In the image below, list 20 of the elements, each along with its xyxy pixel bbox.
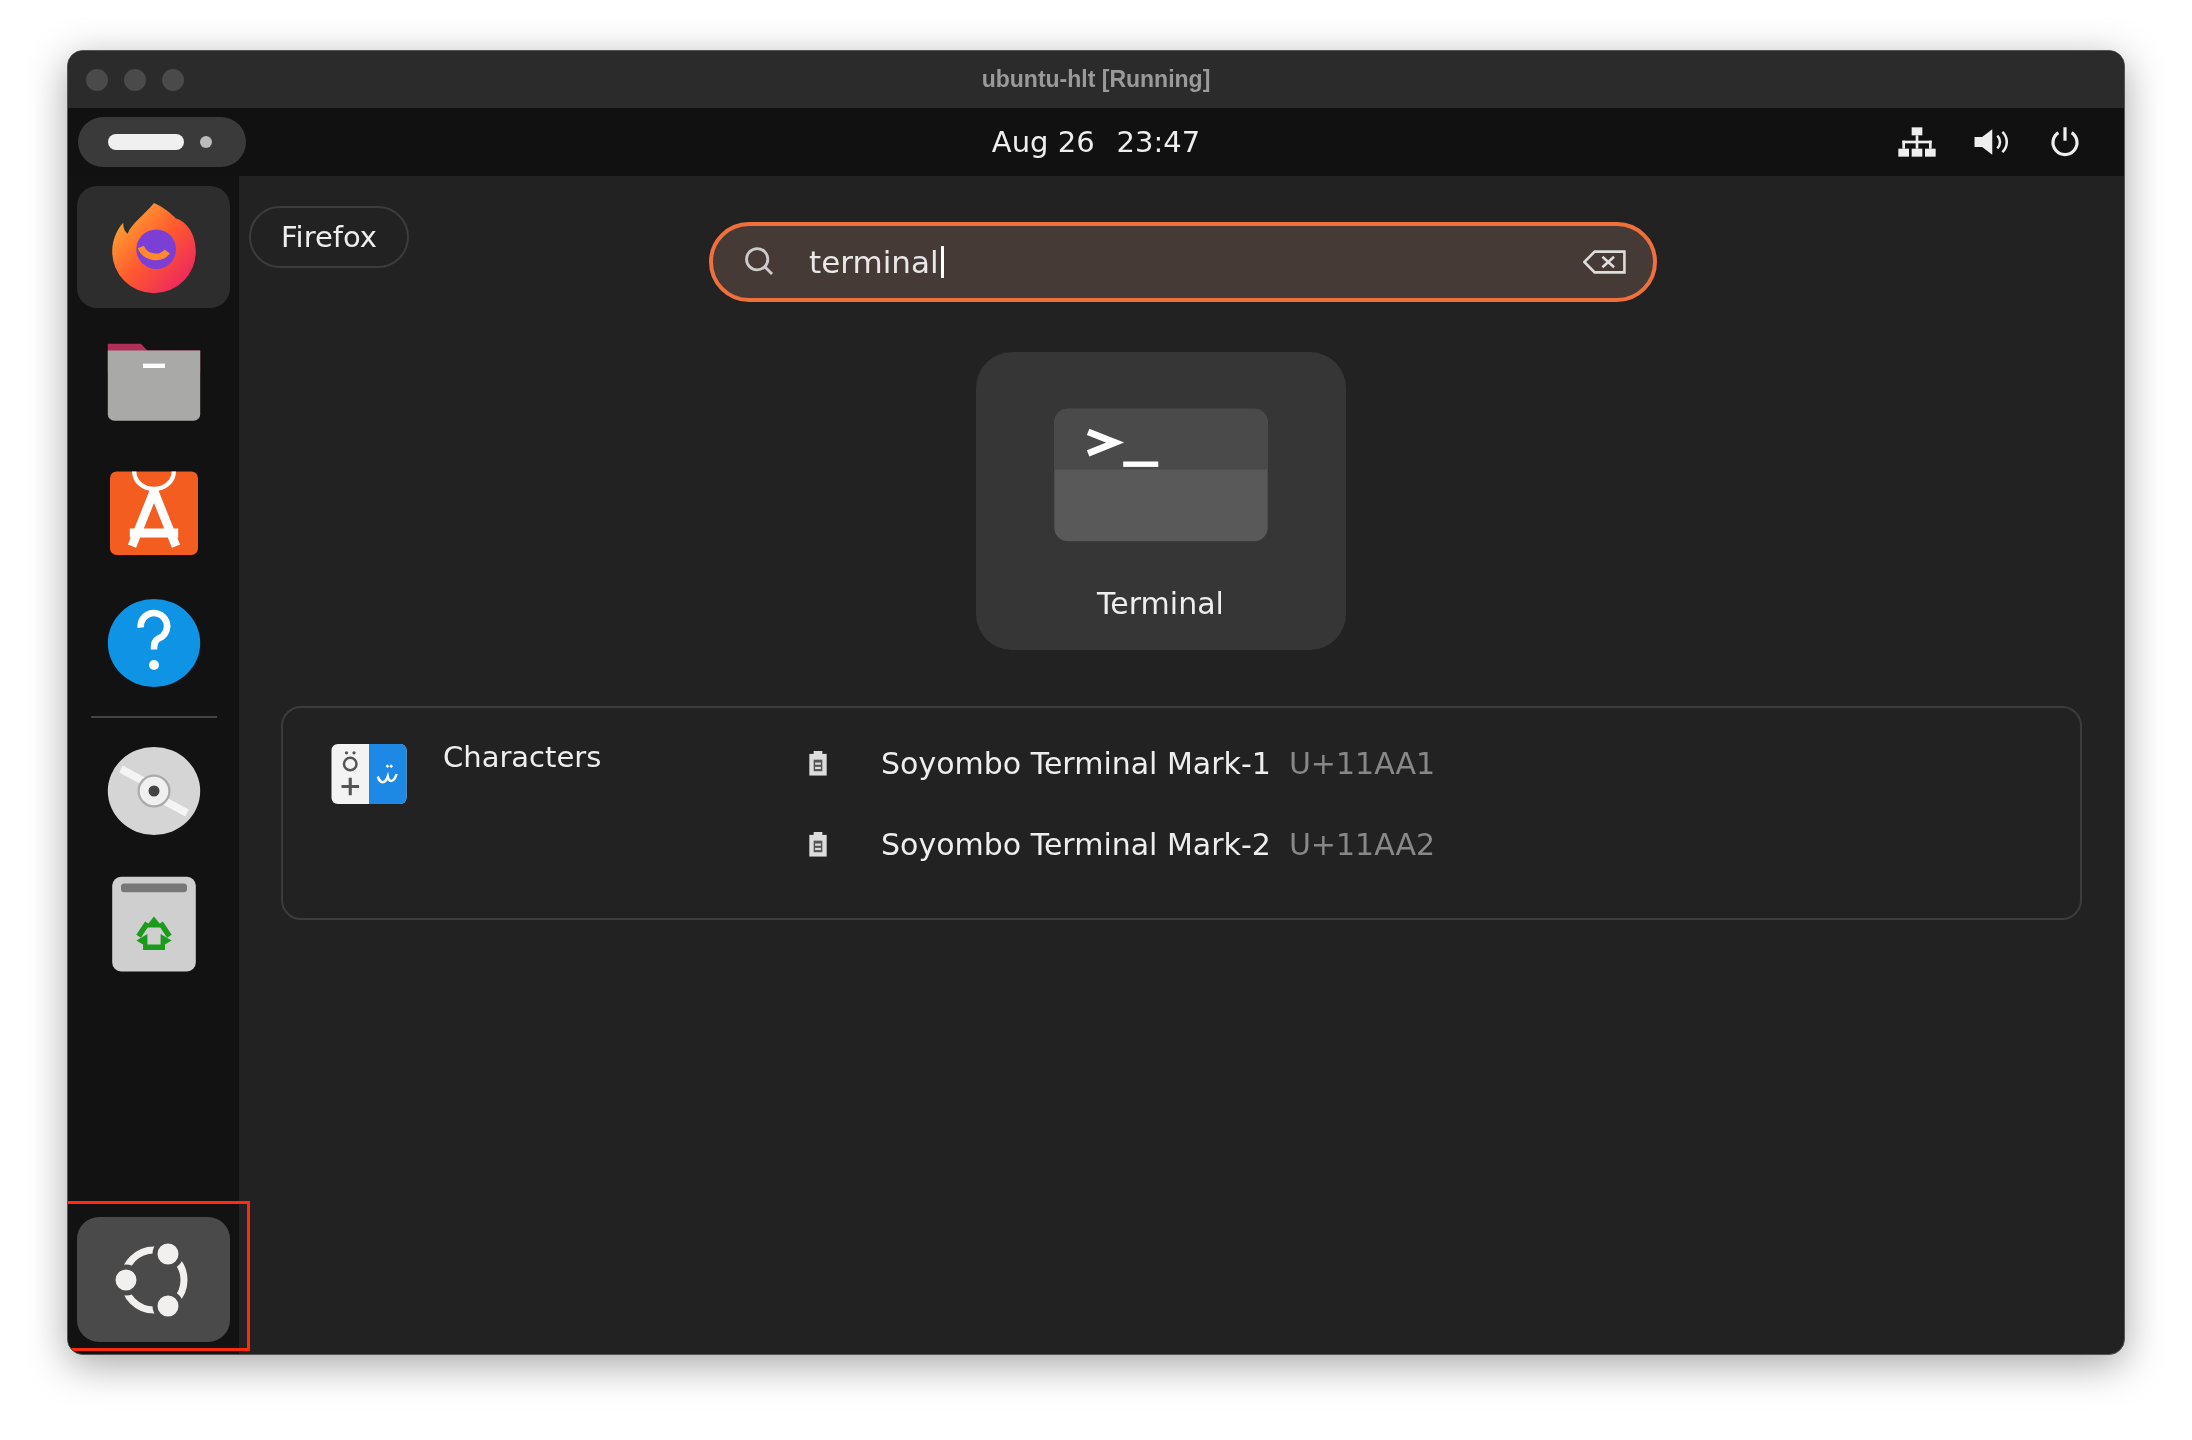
search-field[interactable]: terminal bbox=[709, 222, 1657, 302]
character-name[interactable]: Soyombo Terminal Mark-1 bbox=[881, 746, 1271, 781]
app-tile[interactable]: Terminal bbox=[975, 352, 1346, 650]
character-code: U+11AA1 bbox=[1288, 746, 1436, 781]
characters-app-icon[interactable] bbox=[331, 744, 407, 804]
dock-item[interactable] bbox=[77, 186, 230, 308]
clock[interactable]: Aug 26 23:47 bbox=[991, 125, 1201, 159]
clear-icon[interactable] bbox=[1583, 249, 1627, 275]
glyph-icon bbox=[807, 831, 829, 858]
app-name: Terminal bbox=[1097, 586, 1224, 621]
character-code: U+11AA2 bbox=[1288, 827, 1436, 862]
window-title: ubuntu-hlt [Running] bbox=[981, 66, 1211, 93]
character-name[interactable]: Soyombo Terminal Mark-2 bbox=[881, 827, 1271, 862]
workspace-indicator[interactable] bbox=[78, 117, 246, 167]
network-icon[interactable] bbox=[1898, 126, 1936, 158]
provider-name[interactable]: Characters bbox=[443, 740, 602, 774]
show-apps-button[interactable] bbox=[77, 1217, 230, 1342]
window-label[interactable]: Firefox bbox=[249, 206, 409, 268]
terminal-icon bbox=[1052, 406, 1269, 544]
glyph-icon bbox=[807, 750, 829, 777]
